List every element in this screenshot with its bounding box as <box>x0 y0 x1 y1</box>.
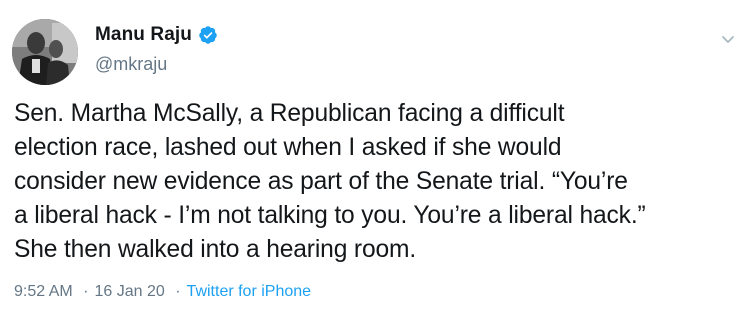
chevron-down-icon[interactable] <box>719 30 737 48</box>
author-display-name[interactable]: Manu Raju <box>95 24 192 46</box>
tweet-text-line: a liberal hack - I’m not talking to you.… <box>14 202 646 229</box>
avatar[interactable] <box>12 19 78 85</box>
tweet-text-line: consider new evidence as part of the Sen… <box>14 168 628 195</box>
tweet-text-line: election race, lashed out when I asked i… <box>14 134 562 161</box>
meta-separator: · <box>175 283 181 300</box>
verified-badge-icon <box>198 25 218 45</box>
tweet-source-link[interactable]: Twitter for iPhone <box>187 283 312 300</box>
tweet-text-line: She then walked into a hearing room. <box>14 236 417 263</box>
tweet-card: Manu Raju @mkraju Sen. Martha McSally, a… <box>0 0 748 310</box>
author-row: Manu Raju <box>95 22 218 48</box>
author-handle[interactable]: @mkraju <box>95 54 167 75</box>
tweet-time[interactable]: 9:52 AM <box>14 283 73 300</box>
tweet-text-line: Sen. Martha McSally, a Republican facing… <box>14 100 565 127</box>
tweet-text: Sen. Martha McSally, a Republican facing… <box>14 97 742 267</box>
tweet-meta: 9:52 AM · 16 Jan 20 · Twitter for iPhone <box>14 283 311 301</box>
tweet-date[interactable]: 16 Jan 20 <box>94 283 164 300</box>
meta-separator: · <box>83 283 89 300</box>
